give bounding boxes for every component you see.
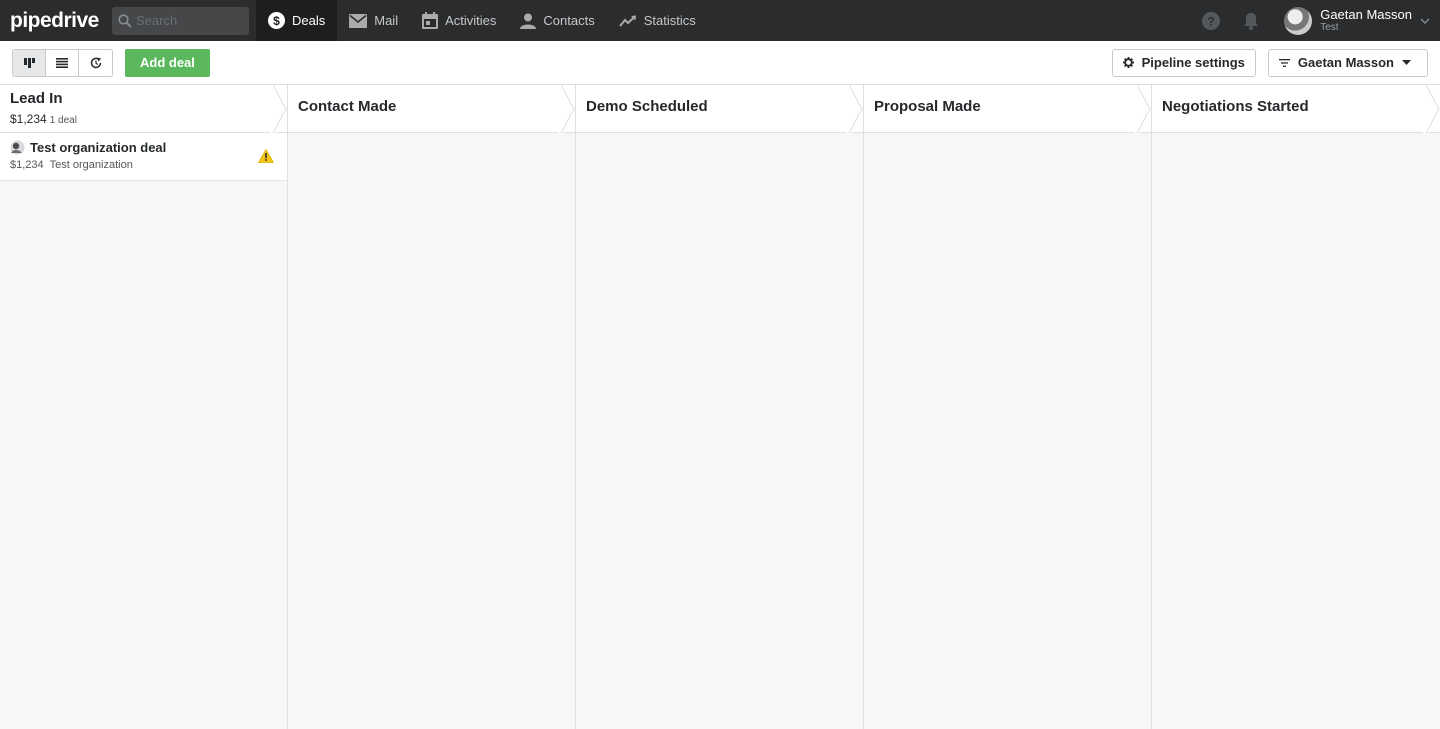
chevron-down-icon	[1420, 18, 1430, 24]
stage-header: Proposal Made	[864, 85, 1151, 133]
stage-title: Negotiations Started	[1162, 98, 1309, 115]
pipeline-settings-button[interactable]: Pipeline settings	[1111, 48, 1256, 77]
deal-value: $1,234	[10, 159, 44, 171]
stage-header: Contact Made	[288, 85, 575, 133]
stage-title: Demo Scheduled	[586, 98, 708, 115]
deal-title-row: Test organization deal	[10, 140, 277, 155]
bell-icon	[1244, 12, 1259, 30]
stage-summary: $1,234 1 deal	[10, 112, 277, 126]
top-navigation-bar: pipedrive $ Deals Mail	[0, 0, 1440, 41]
stage-column-negotiations-started: Negotiations Started	[1152, 85, 1440, 729]
stage-header: Demo Scheduled	[576, 85, 863, 133]
deal-details: $1,234 Test organization	[10, 159, 277, 171]
nav-item-mail[interactable]: Mail	[337, 0, 410, 41]
deal-organization: Test organization	[49, 159, 133, 171]
stage-header: Lead In $1,234 1 deal	[0, 85, 287, 133]
user-info: Gaetan Masson Test	[1320, 8, 1412, 34]
nav-label-contacts: Contacts	[543, 13, 595, 28]
pipeline-settings-label: Pipeline settings	[1141, 55, 1245, 70]
nav-right-area: ? Gaetan Masson Test	[1200, 0, 1440, 41]
pipeline-board: Lead In $1,234 1 deal Test organization d…	[0, 85, 1440, 729]
mail-icon	[349, 13, 368, 28]
owner-filter-label: Gaetan Masson	[1297, 55, 1394, 70]
list-view-icon	[56, 57, 68, 68]
forecast-view-button[interactable]	[79, 49, 112, 76]
stage-arrow	[270, 85, 287, 133]
filter-icon	[1278, 58, 1290, 67]
stage-column-lead-in: Lead In $1,234 1 deal Test organization d…	[0, 85, 288, 729]
stage-title: Contact Made	[298, 98, 397, 115]
nav-item-activities[interactable]: Activities	[410, 0, 508, 41]
search-box[interactable]	[112, 6, 249, 35]
nav-label-mail: Mail	[374, 13, 399, 28]
organization-avatar-icon	[10, 140, 25, 155]
gear-icon	[1122, 57, 1134, 68]
stage-title: Lead In	[10, 90, 63, 107]
deal-card[interactable]: Test organization deal $1,234 Test organi…	[0, 133, 287, 181]
kanban-view-button[interactable]	[13, 49, 46, 76]
stage-column-contact-made: Contact Made	[288, 85, 576, 729]
warning-icon[interactable]	[258, 149, 274, 163]
stage-column-demo-scheduled: Demo Scheduled	[576, 85, 864, 729]
nav-label-activities: Activities	[445, 13, 497, 28]
help-button[interactable]: ?	[1200, 10, 1222, 32]
stage-value: $1,234	[10, 112, 47, 126]
stage-arrow	[1134, 85, 1151, 133]
user-company: Test	[1320, 21, 1339, 33]
stage-column-proposal-made: Proposal Made	[864, 85, 1152, 729]
main-nav: $ Deals Mail Activities Contacts Statist…	[256, 0, 708, 41]
toolbar-right: Pipeline settings Gaetan Masson	[1111, 48, 1440, 77]
nav-item-statistics[interactable]: Statistics	[607, 0, 708, 41]
nav-label-deals: Deals	[292, 13, 326, 28]
stage-header: Negotiations Started	[1152, 85, 1440, 133]
deal-title: Test organization deal	[30, 140, 167, 155]
help-icon: ?	[1202, 11, 1221, 30]
notifications-button[interactable]	[1240, 10, 1262, 32]
nav-item-deals[interactable]: $ Deals	[256, 0, 338, 41]
view-switcher	[12, 48, 113, 77]
nav-label-statistics: Statistics	[643, 13, 696, 28]
user-name: Gaetan Masson	[1320, 6, 1412, 22]
search-icon	[118, 13, 132, 28]
stage-arrow	[1423, 85, 1440, 133]
dollar-icon: $	[268, 12, 285, 29]
svg-text:?: ?	[1208, 14, 1215, 28]
kanban-view-icon	[23, 57, 35, 68]
list-view-button[interactable]	[46, 49, 79, 76]
app-logo[interactable]: pipedrive	[0, 9, 112, 33]
stage-arrow	[846, 85, 863, 133]
person-icon	[520, 13, 537, 29]
deals-toolbar: Add deal Pipeline settings Gaetan Masson	[0, 41, 1440, 85]
search-input[interactable]	[136, 13, 241, 28]
add-deal-button[interactable]: Add deal	[125, 48, 210, 77]
forecast-view-icon	[90, 57, 101, 68]
svg-text:$: $	[273, 14, 280, 28]
stage-arrow	[558, 85, 575, 133]
stage-deal-count: 1 deal	[49, 115, 77, 126]
trend-icon	[618, 15, 636, 27]
nav-item-contacts[interactable]: Contacts	[508, 0, 606, 41]
caret-down-icon	[1402, 60, 1411, 65]
calendar-icon	[422, 12, 439, 29]
owner-filter-dropdown[interactable]: Gaetan Masson	[1267, 48, 1428, 77]
avatar	[1284, 6, 1313, 35]
stage-title: Proposal Made	[874, 98, 981, 115]
user-menu[interactable]: Gaetan Masson Test	[1284, 6, 1440, 35]
